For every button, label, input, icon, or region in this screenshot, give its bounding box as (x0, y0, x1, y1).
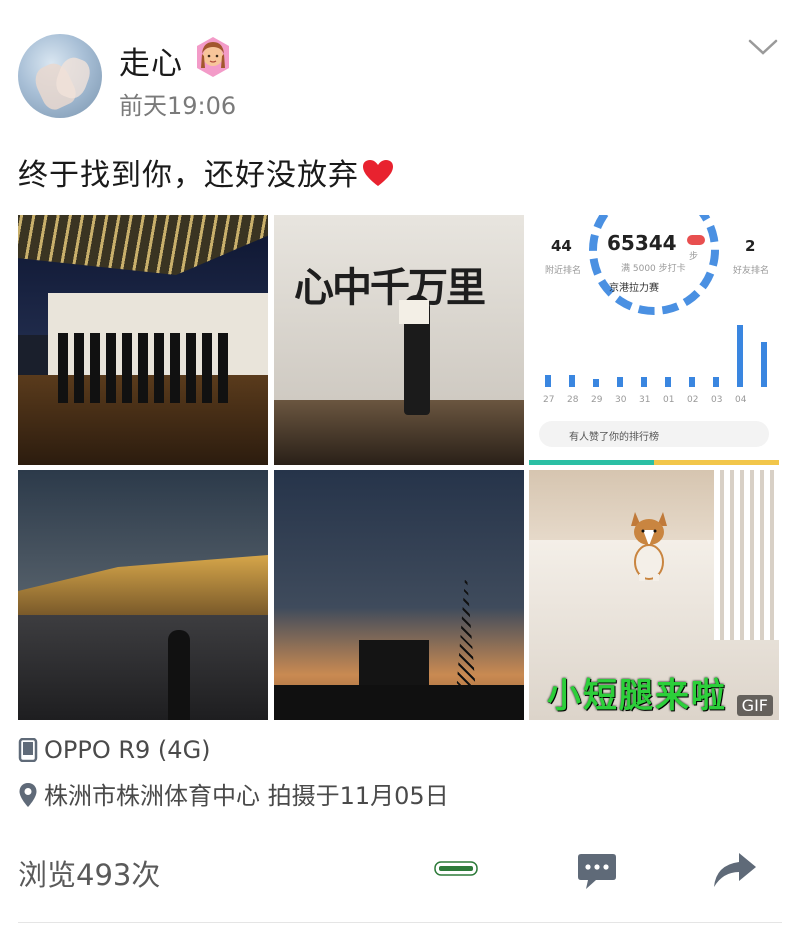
photo-person-banner[interactable]: 心中千万里 (274, 215, 524, 465)
device-row: OPPO R9 (4G) (18, 736, 211, 764)
chevron-down-icon[interactable] (746, 36, 780, 58)
nearby-rank-label: 附近排名 (545, 266, 582, 276)
gif-corgi[interactable]: 小短腿来啦 GIF (529, 470, 779, 720)
steps-sub: 满 5000 步打卡 (621, 264, 686, 274)
avatar[interactable] (18, 34, 102, 118)
photo-steps-screenshot[interactable]: 44 附近排名 65344 步 满 5000 步打卡 2 好友排名 京港拉力赛 … (529, 215, 779, 465)
bar-label: 04 (735, 395, 747, 405)
location-row[interactable]: 株洲市株洲体育中心 拍摄于11月05日 (18, 776, 449, 811)
photo-event-crowd[interactable] (18, 215, 268, 465)
step-bar (617, 377, 623, 387)
bar-label: 29 (591, 395, 603, 405)
step-count: 65344 (607, 231, 677, 255)
step-bar (689, 377, 695, 387)
post-divider (18, 922, 782, 923)
phone-icon (18, 738, 38, 762)
ranking-like-notice[interactable]: 有人赞了你的排行榜 (539, 421, 769, 447)
location-text: 株洲市株洲体育中心 拍摄于11月05日 (44, 782, 449, 810)
location-pin-icon (19, 783, 37, 807)
gif-badge: GIF (736, 695, 773, 716)
step-bar (713, 377, 719, 387)
bar-label: 02 (687, 395, 699, 405)
steps-unit: 步 (689, 252, 699, 262)
bar-label: 31 (639, 395, 651, 405)
post-timestamp: 前天19:06 (119, 92, 237, 120)
bar-label: 27 (543, 395, 555, 405)
girl-emoji-icon (197, 37, 229, 77)
color-stripe (529, 460, 779, 465)
photo-stadium-night[interactable] (18, 470, 268, 720)
bar-label: 30 (615, 395, 627, 405)
gum-sticker-icon (434, 861, 478, 876)
share-icon[interactable] (711, 852, 757, 888)
corgi-illustration (631, 512, 667, 581)
heart-icon (363, 160, 393, 186)
checkin-tag (687, 235, 705, 245)
race-label: 京港拉力赛 (609, 283, 659, 294)
device-name: OPPO R9 (4G) (44, 736, 211, 764)
nearby-rank-value: 44 (551, 237, 572, 255)
username[interactable]: 走心 (119, 38, 183, 83)
step-bar (641, 377, 647, 387)
step-bar (665, 377, 671, 387)
friend-rank-label: 好友排名 (733, 266, 770, 276)
post-body: 终于找到你，还好没放弃 (18, 150, 395, 194)
friend-rank-value: 2 (745, 237, 756, 255)
comment-icon[interactable] (576, 852, 618, 892)
step-bar (545, 375, 551, 387)
view-count: 浏览493次 (18, 858, 161, 892)
banner-calligraphy: 心中千万里 (294, 264, 486, 311)
step-bar (569, 375, 575, 387)
post-text: 终于找到你，还好没放弃 (18, 158, 359, 193)
bar-label: 28 (567, 395, 579, 405)
gif-caption: 小短腿来啦 (547, 676, 727, 716)
bar-label: 03 (711, 395, 723, 405)
bar-label: 01 (663, 395, 675, 405)
step-bar (593, 379, 599, 387)
step-bar (737, 325, 743, 387)
step-bar (761, 342, 767, 387)
photo-dusk-tower[interactable] (274, 470, 524, 720)
